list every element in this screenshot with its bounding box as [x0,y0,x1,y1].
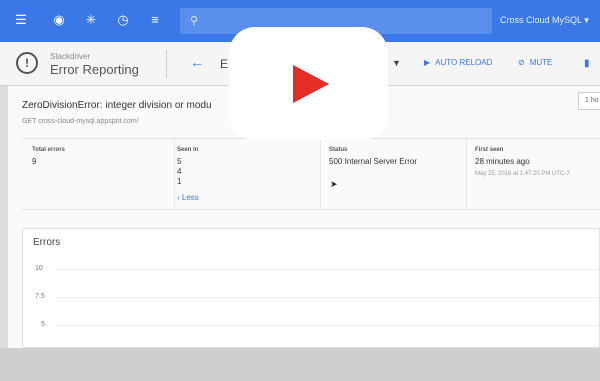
mute-icon: ⊘ [518,58,525,67]
seen-in-stat: Seen in 5 4 1 ‹ Less [174,139,320,211]
total-errors-stat: Total errors 9 [32,147,65,166]
gridline [57,269,599,270]
footer-band [0,348,600,381]
status-stat: Status 500 Internal Server Error [320,139,466,211]
link-icon[interactable]: ▮ [584,58,590,69]
y-tick-label: 5 [41,321,45,328]
globe-icon[interactable]: ◉ [52,13,66,27]
brand-label: Stackdriver [50,52,91,61]
errors-chart-card: Errors 10 7.5 5 [22,228,600,348]
time-range-select[interactable]: 1 ho [578,92,600,110]
first-seen-stat: First seen 28 minutes ago May 25, 2016 a… [466,139,600,211]
error-request-url: GET cross-cloud-mysql.appspot.com/ [22,118,139,125]
shell-icon[interactable]: ≡ [148,13,162,27]
search-icon: ⚲ [190,15,199,27]
error-stats: Total errors 9 Seen in 5 4 1 ‹ Less Stat… [22,138,600,211]
mute-button[interactable]: ⊘ MUTE [518,58,552,67]
gridline [57,325,599,326]
api-icon[interactable]: ✳ [84,13,98,27]
stackdriver-logo-icon: ! [16,52,38,74]
chevron-down-icon[interactable]: ▼ [392,58,401,68]
play-icon [293,65,329,103]
mouse-cursor-icon: ➤ [330,179,338,189]
app-title: Error Reporting [50,62,139,77]
back-arrow-icon[interactable]: ← [190,54,204,70]
chart-title: Errors [33,237,61,248]
menu-icon[interactable]: ☰ [14,13,28,27]
y-tick-label: 7.5 [35,293,45,300]
chevron-left-icon: ‹ [177,193,180,202]
error-title: ZeroDivisionError: integer division or m… [22,100,212,111]
error-group-label: E [220,57,229,71]
project-selector[interactable]: Cross Cloud MySQL ▾ [500,15,589,26]
gridline [57,297,599,298]
y-tick-label: 10 [35,265,43,272]
video-play-button[interactable] [229,27,388,140]
divider [166,50,167,78]
play-icon: ▶ [424,58,431,67]
less-link[interactable]: ‹ Less [177,193,320,202]
activity-icon[interactable]: ◷ [116,13,130,27]
auto-reload-button[interactable]: ▶ AUTO RELOAD [424,58,492,67]
